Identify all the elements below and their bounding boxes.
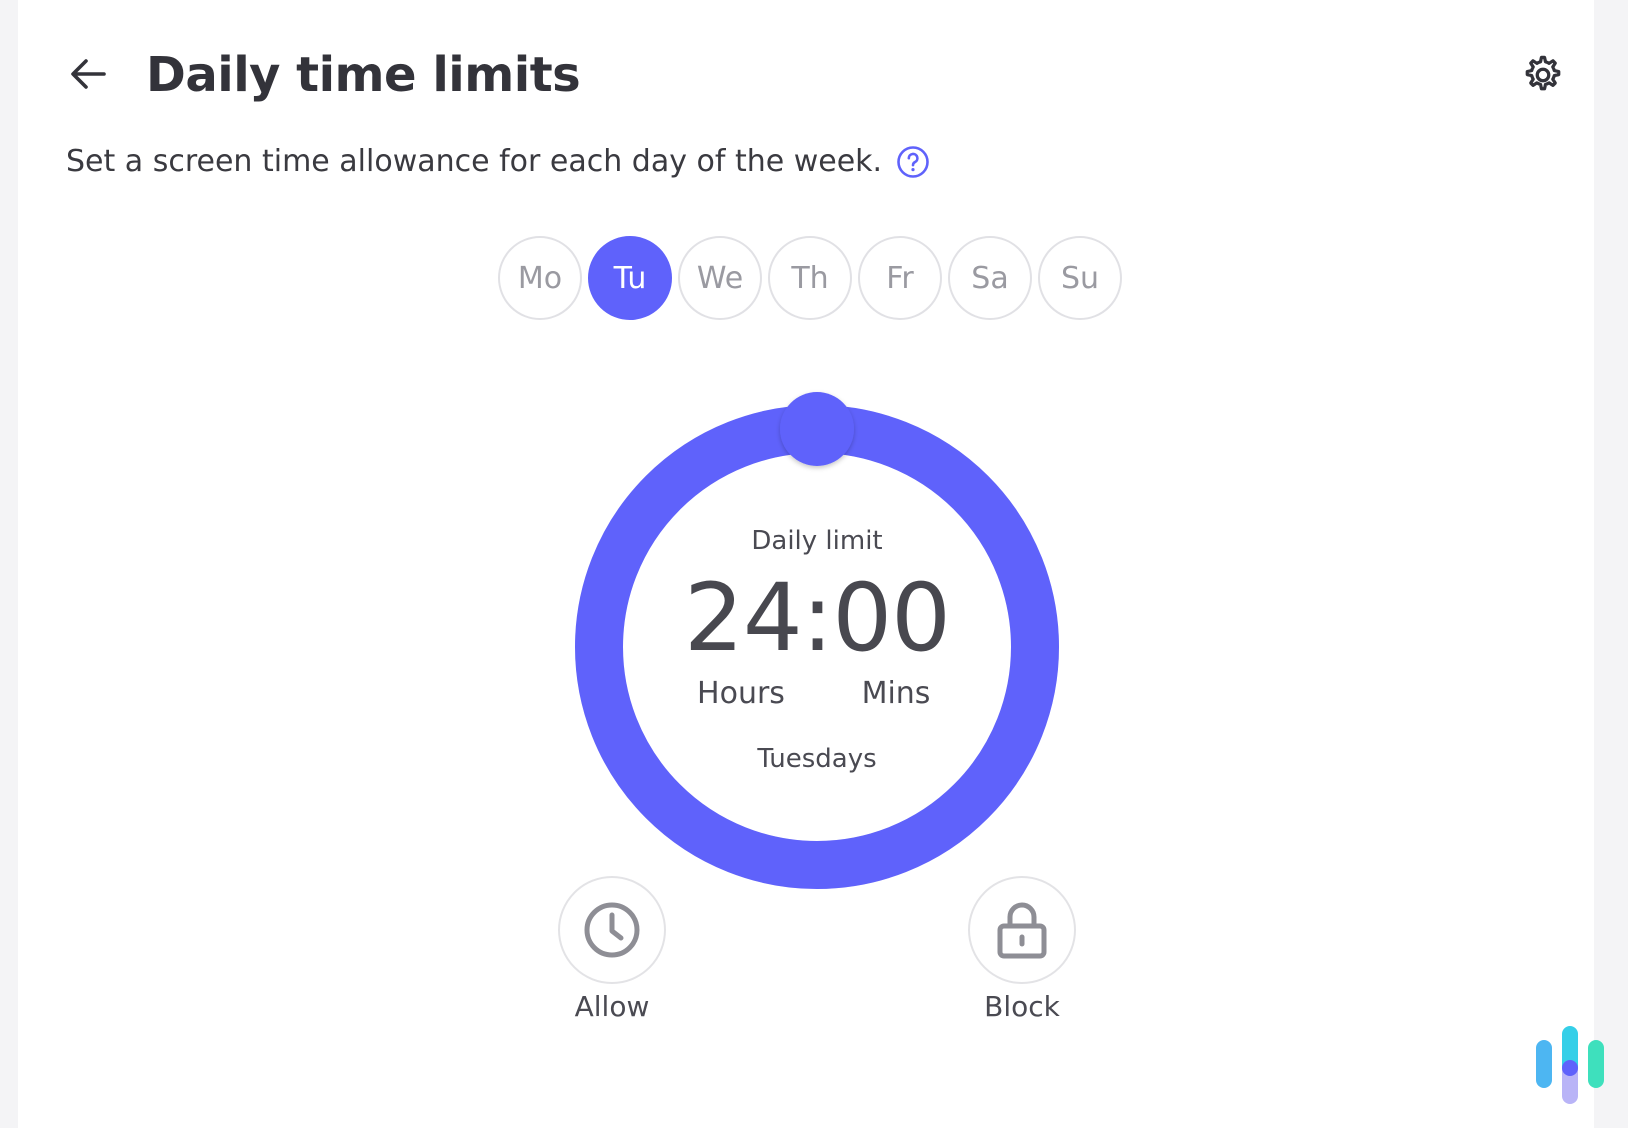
day-label: Su bbox=[1060, 260, 1100, 296]
subtitle-text: Set a screen time allowance for each day… bbox=[66, 144, 883, 179]
help-button[interactable] bbox=[896, 145, 930, 179]
day-tuesday[interactable]: Tu bbox=[588, 236, 672, 320]
block-button[interactable]: Block bbox=[952, 876, 1092, 1023]
mins-label: Mins bbox=[861, 676, 931, 711]
selected-day-name: Tuesdays bbox=[757, 744, 877, 774]
hours-label: Hours bbox=[697, 676, 785, 711]
page-title: Daily time limits bbox=[146, 47, 581, 103]
clock-icon bbox=[584, 902, 640, 958]
day-label: Mo bbox=[517, 260, 563, 296]
day-label: We bbox=[696, 260, 744, 296]
day-friday[interactable]: Fr bbox=[858, 236, 942, 320]
subtitle: Set a screen time allowance for each day… bbox=[66, 140, 930, 184]
day-label: Fr bbox=[886, 260, 914, 296]
day-selector: Mo Tu We Th Fr Sa Su bbox=[498, 236, 1122, 320]
lock-icon bbox=[997, 902, 1047, 959]
gear-icon bbox=[1525, 55, 1561, 91]
day-label: Th bbox=[791, 260, 829, 296]
allow-icon-circle[interactable] bbox=[558, 876, 666, 984]
time-limit-dial: Daily limit 24:00 Hours Mins Tuesdays bbox=[574, 386, 1060, 890]
block-label: Block bbox=[984, 990, 1060, 1023]
day-sunday[interactable]: Su bbox=[1038, 236, 1122, 320]
day-label: Tu bbox=[613, 260, 647, 296]
back-button[interactable] bbox=[64, 50, 112, 98]
arrow-left-icon bbox=[71, 59, 106, 89]
daily-limit-label: Daily limit bbox=[751, 526, 883, 556]
day-saturday[interactable]: Sa bbox=[948, 236, 1032, 320]
brand-logo bbox=[1536, 1026, 1608, 1106]
allow-button[interactable]: Allow bbox=[542, 876, 682, 1023]
dial-center: Daily limit 24:00 Hours Mins Tuesdays bbox=[574, 386, 1060, 890]
day-label: Sa bbox=[971, 260, 1009, 296]
day-wednesday[interactable]: We bbox=[678, 236, 762, 320]
block-icon-circle[interactable] bbox=[968, 876, 1076, 984]
day-thursday[interactable]: Th bbox=[768, 236, 852, 320]
day-monday[interactable]: Mo bbox=[498, 236, 582, 320]
allow-label: Allow bbox=[574, 990, 650, 1023]
settings-button[interactable] bbox=[1518, 50, 1568, 100]
time-value: 24:00 bbox=[684, 564, 951, 673]
brand-bars-icon bbox=[1536, 1026, 1604, 1104]
question-circle-icon bbox=[897, 146, 929, 178]
